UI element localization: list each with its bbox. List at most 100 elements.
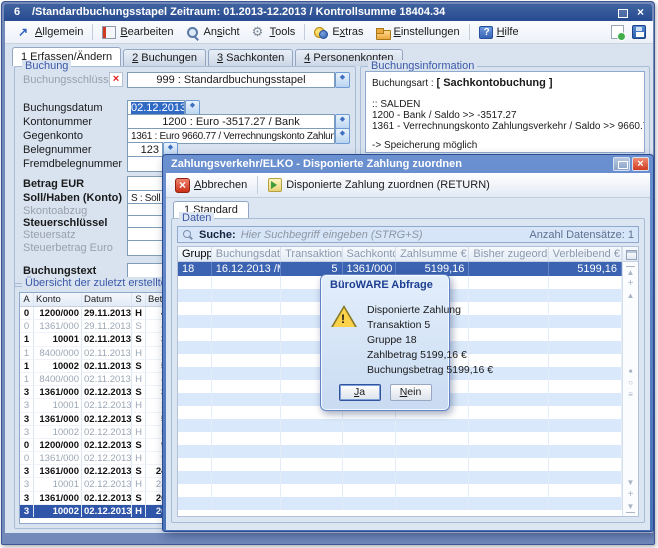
cell-a: 0	[20, 320, 34, 332]
buchungsschluessel-field[interactable]: 999 : Standardbuchungsstapel	[127, 72, 335, 88]
cell-empty	[178, 471, 212, 484]
search-strip-icon[interactable]	[623, 377, 638, 389]
buchungstext-label: Buchungstext	[23, 265, 96, 277]
abort-button[interactable]: Abbrechen	[170, 176, 252, 195]
cell-datum: 02.12.2013	[82, 386, 132, 398]
empty-row	[178, 419, 622, 432]
titlebar[interactable]: 6 /Standardbuchungsstapel Zeitraum: 01.2…	[4, 4, 652, 21]
column-header-gruppe[interactable]: Gruppe	[178, 247, 212, 261]
view-icon[interactable]	[623, 365, 638, 377]
cell-empty	[178, 406, 212, 419]
cell-empty	[549, 497, 622, 510]
menu-item-bearbeiten[interactable]: Bearbeiten	[96, 24, 179, 41]
cell-empty	[549, 302, 622, 315]
cell-empty	[178, 432, 212, 445]
column-options-icon[interactable]	[623, 247, 638, 262]
cell-empty	[469, 380, 548, 393]
cell-datum: 02.11.2013	[82, 333, 132, 345]
column-header-bisher[interactable]: Bisher zugeordnet	[469, 247, 548, 261]
cell-empty	[212, 354, 281, 367]
menu-item-label: Ansicht	[204, 26, 240, 38]
cell-a: 0	[20, 439, 34, 451]
menu-item-hilfe[interactable]: Hilfe	[473, 24, 525, 41]
maximize-icon[interactable]	[616, 6, 629, 19]
column-header-s[interactable]: S	[132, 293, 146, 306]
menu-item-einstellungen[interactable]: Einstellungen	[370, 24, 466, 41]
cell-empty	[469, 419, 548, 432]
menu-item-extras[interactable]: Extras	[308, 24, 369, 41]
cell-a: 3	[20, 426, 34, 438]
scroll-bottom-icon[interactable]	[626, 501, 635, 513]
close-icon[interactable]	[634, 6, 647, 19]
buchungsschluessel-spinner[interactable]	[335, 72, 350, 88]
tab-2[interactable]: 2 Buchungen	[123, 49, 206, 66]
search-label: Suche:	[199, 229, 236, 241]
scroll-down-icon[interactable]	[623, 477, 638, 489]
column-header-konto[interactable]: Konto	[34, 293, 82, 306]
cell-empty	[281, 445, 342, 458]
menu-item-allgemein[interactable]: Allgemein	[11, 24, 89, 41]
tab-3[interactable]: 3 Sachkonten	[208, 49, 293, 66]
list-icon[interactable]	[623, 389, 638, 401]
column-header-datum[interactable]: Datum	[82, 293, 132, 306]
menu-item-tools[interactable]: Tools	[246, 24, 302, 41]
assign-payment-button[interactable]: Disponierte Zahlung zuordnen (RETURN)	[263, 176, 495, 194]
cell-empty	[212, 276, 281, 289]
column-header-zahlsumme[interactable]: Zahlsumme €	[396, 247, 469, 261]
cell-konto: 1361/000	[34, 413, 82, 425]
search-icon	[182, 229, 194, 241]
search-bar[interactable]: Suche: Hier Suchbegriff eingeben (STRG+S…	[177, 226, 639, 243]
gegenkonto-spinner[interactable]	[335, 128, 350, 144]
cell-datum: 02.12.2013	[82, 452, 132, 464]
column-header-a[interactable]: A	[20, 293, 34, 306]
buchungsart-value: [ Sachkontobuchung ]	[436, 77, 552, 89]
cell-empty	[549, 380, 622, 393]
menu-item-ansicht[interactable]: Ansicht	[180, 24, 246, 41]
cell-empty	[178, 315, 212, 328]
info-line: 1200 - Bank / Saldo >> -3517.27	[372, 110, 638, 121]
cell-s: H	[132, 373, 146, 385]
scroll-top-icon[interactable]	[626, 266, 635, 278]
cell-datum: 02.11.2013	[82, 347, 132, 359]
message-line: Gruppe 18	[367, 333, 493, 348]
no-button[interactable]: Nein	[390, 384, 432, 401]
dialog-close-icon[interactable]	[632, 157, 649, 171]
steuersatz-label: Steuersatz	[23, 229, 76, 241]
cell-empty	[549, 406, 622, 419]
clear-icon[interactable]	[109, 72, 123, 87]
column-header-verbleibend[interactable]: Verbleibend €	[549, 247, 622, 261]
menu-item-label: Allgemein	[35, 26, 83, 38]
cell-a: 1	[20, 373, 34, 385]
scroll-page-down-icon[interactable]	[623, 489, 638, 501]
window-title: /Standardbuchungsstapel Zeitraum: 01.201…	[32, 6, 445, 18]
new-document-icon[interactable]	[611, 25, 624, 39]
cell-datum: 02.12.2013	[82, 478, 132, 490]
empty-row	[178, 497, 622, 510]
scroll-page-up-icon[interactable]	[623, 278, 638, 290]
save-icon[interactable]	[632, 25, 646, 39]
cell-empty	[396, 484, 469, 497]
cell-empty	[396, 445, 469, 458]
yes-button[interactable]: Ja	[339, 384, 381, 401]
scroll-up-icon[interactable]	[623, 290, 638, 302]
cell-empty	[549, 341, 622, 354]
kontonummer-label: Kontonummer	[23, 116, 92, 128]
info-line: -> Speicherung möglich	[372, 140, 638, 151]
cell-konto: 8400/000	[34, 373, 82, 385]
cell-empty	[469, 471, 548, 484]
cell-empty	[549, 445, 622, 458]
cell-empty	[212, 302, 281, 315]
dialog-titlebar[interactable]: Zahlungsverkehr/ELKO - Disponierte Zahlu…	[166, 157, 650, 173]
cell-gruppe: 18	[178, 262, 212, 276]
cell-empty	[396, 432, 469, 445]
column-header-buchungsdatum[interactable]: Buchungsdatum	[212, 247, 281, 261]
cell-konto: 8400/000	[34, 347, 82, 359]
column-header-transaktion[interactable]: Transaktion	[281, 247, 342, 261]
betrag-eur-label: Betrag EUR	[23, 178, 84, 190]
cell-empty	[212, 432, 281, 445]
table-scroll-strip[interactable]	[622, 247, 638, 516]
column-header-sachkonto[interactable]: Sachkonto	[343, 247, 397, 261]
cell-empty	[549, 289, 622, 302]
dialog-restore-icon[interactable]	[613, 157, 630, 171]
cell-konto: 1200/000	[34, 439, 82, 451]
